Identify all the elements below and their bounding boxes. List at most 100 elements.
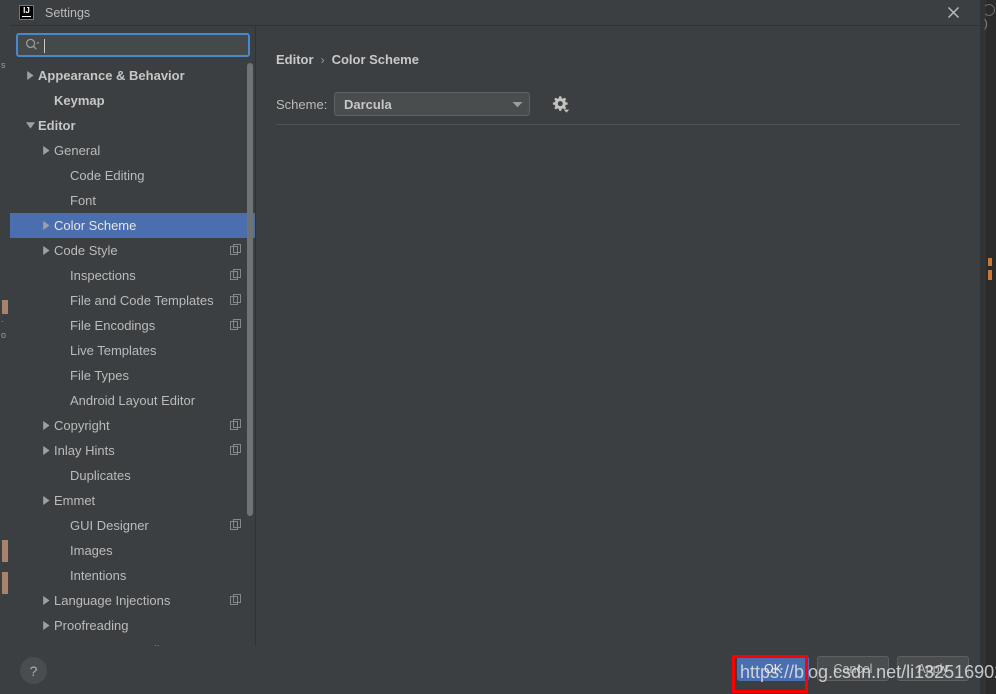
chevron-right-icon[interactable] [38, 420, 54, 431]
cancel-button[interactable]: Cancel [817, 656, 889, 681]
breadcrumb-separator-icon: › [320, 52, 325, 67]
sidebar-item-label: Live Templates [70, 343, 157, 358]
tree-scrollbar-thumb[interactable] [247, 63, 253, 516]
help-button[interactable]: ? [20, 657, 47, 684]
sidebar-item-live-templates[interactable]: Live Templates [10, 338, 255, 363]
apply-button[interactable]: Apply [897, 656, 969, 681]
section-divider [276, 124, 960, 125]
close-icon[interactable] [936, 0, 970, 25]
sidebar-item-file-and-code-templates[interactable]: File and Code Templates [10, 288, 255, 313]
sidebar-item-label: General [54, 143, 101, 158]
breadcrumb: Editor › Color Scheme [276, 52, 419, 67]
sidebar-item-inspections[interactable]: Inspections [10, 263, 255, 288]
chevron-right-icon[interactable] [38, 445, 54, 456]
scheme-label: Scheme: [276, 96, 328, 112]
breadcrumb-current: Color Scheme [331, 52, 419, 67]
chevron-right-icon[interactable] [38, 495, 54, 506]
sidebar-item-android-layout-editor[interactable]: Android Layout Editor [10, 388, 255, 413]
chevron-right-icon[interactable] [38, 145, 54, 156]
sidebar-item-label: GUI Designer [70, 518, 149, 533]
ide-circle-icon [983, 4, 995, 16]
ide-right-code-marker [988, 258, 992, 266]
sidebar-item-images[interactable]: Images [10, 538, 255, 563]
sidebar-item-copyright[interactable]: Copyright [10, 413, 255, 438]
sidebar-item-label: Copyright [54, 418, 110, 433]
sidebar-item-label: Color Scheme [54, 218, 137, 233]
sidebar-item-label: Keymap [54, 93, 105, 108]
sidebar-item-label: File Encodings [70, 318, 156, 333]
sidebar-item-label: Intentions [70, 568, 127, 583]
settings-tree-scroll: Appearance & Behavior Keymap Editor General… [10, 63, 255, 646]
sidebar-item-label: File Types [70, 368, 130, 383]
chevron-right-icon[interactable] [38, 620, 54, 631]
sidebar-item-editor[interactable]: Editor [10, 113, 255, 138]
sidebar-item-label: Inlay Hints [54, 443, 115, 458]
settings-right-pane: Editor › Color Scheme Scheme: Darcula [256, 26, 980, 646]
search-box[interactable] [16, 33, 250, 57]
dialog-body: Appearance & Behavior Keymap Editor General… [10, 26, 980, 646]
sidebar-item-keymap[interactable]: Keymap [10, 88, 255, 113]
search-input[interactable] [42, 38, 244, 52]
project-scope-icon [230, 442, 241, 460]
ide-left-code-marker [2, 540, 8, 562]
chevron-down-icon[interactable] [22, 121, 38, 130]
sidebar-item-code-editing[interactable]: Code Editing [10, 163, 255, 188]
sidebar-item-gui-designer[interactable]: GUI Designer [10, 513, 255, 538]
sidebar-item-label: Appearance & Behavior [38, 68, 185, 83]
sidebar-item-label: Code Style [54, 243, 118, 258]
ide-left-glyph: o [1, 330, 7, 340]
settings-tree: Appearance & Behavior Keymap Editor General… [10, 63, 255, 646]
tree-scrollbar-track[interactable] [245, 63, 255, 646]
gear-icon[interactable] [550, 94, 570, 114]
sidebar-item-appearance-behavior[interactable]: Appearance & Behavior [10, 63, 255, 88]
sidebar-item-label: File and Code Templates [70, 293, 214, 308]
sidebar-item-duplicates[interactable]: Duplicates [10, 463, 255, 488]
project-scope-icon [230, 417, 241, 435]
sidebar-item-label: Language Injections [54, 593, 171, 608]
sidebar-item-label: Android Layout Editor [70, 393, 196, 408]
sidebar-item-color-scheme[interactable]: Color Scheme [10, 213, 255, 238]
settings-dialog: IJ Settings Appearance & Behavior Keymap… [10, 0, 980, 694]
sidebar-item-proofreading[interactable]: Proofreading [10, 613, 255, 638]
dialog-title-bar: IJ Settings [10, 0, 980, 26]
sidebar-item-file-encodings[interactable]: File Encodings [10, 313, 255, 338]
chevron-down-icon [512, 95, 523, 113]
sidebar-item-font[interactable]: Font [10, 188, 255, 213]
ide-left-glyph: . [1, 314, 4, 324]
intellij-idea-icon: IJ [19, 5, 34, 20]
sidebar-item-general[interactable]: General [10, 138, 255, 163]
breadcrumb-root[interactable]: Editor [276, 52, 314, 67]
sidebar-item-label: Duplicates [70, 468, 131, 483]
chevron-right-icon[interactable] [22, 70, 38, 81]
chevron-right-icon[interactable] [38, 245, 54, 256]
chevron-right-icon[interactable] [38, 220, 54, 231]
text-caret [44, 39, 45, 53]
project-scope-icon [230, 267, 241, 285]
sidebar-item-file-types[interactable]: File Types [10, 363, 255, 388]
window-title: Settings [45, 5, 91, 20]
sidebar-item-code-style[interactable]: Code Style [10, 238, 255, 263]
sidebar-item-intentions[interactable]: Intentions [10, 563, 255, 588]
sidebar-item-emmet[interactable]: Emmet [10, 488, 255, 513]
scheme-dropdown[interactable]: Darcula [334, 92, 530, 116]
scheme-row: Scheme: Darcula [276, 92, 570, 116]
project-scope-icon [230, 242, 241, 260]
sidebar-item-label: Code Editing [70, 168, 145, 183]
ide-right-code-marker [988, 270, 992, 280]
chevron-right-icon[interactable] [38, 595, 54, 606]
ok-button[interactable]: OK [737, 656, 809, 681]
sidebar-item-label: Font [70, 193, 97, 208]
project-scope-icon [230, 517, 241, 535]
sidebar-item-label: Emmet [54, 493, 96, 508]
sidebar-item-textmate-bundles[interactable]: TextMate Bundles [10, 638, 255, 646]
settings-left-pane: Appearance & Behavior Keymap Editor General… [10, 26, 256, 646]
sidebar-item-language-injections[interactable]: Language Injections [10, 588, 255, 613]
sidebar-item-label: Images [70, 543, 113, 558]
sidebar-item-label: Editor [38, 118, 76, 133]
sidebar-item-inlay-hints[interactable]: Inlay Hints [10, 438, 255, 463]
